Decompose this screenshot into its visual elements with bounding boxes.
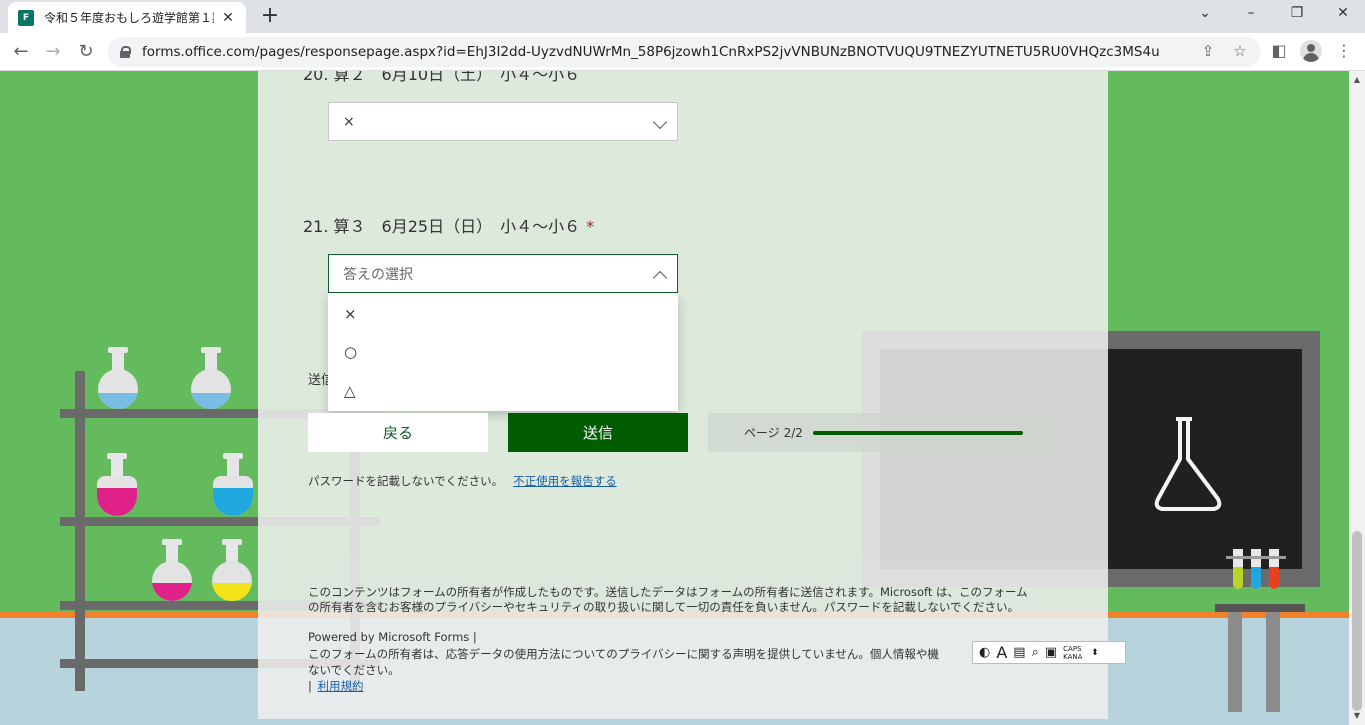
- question-21-select[interactable]: 答えの選択: [328, 254, 678, 293]
- lock-icon: [120, 46, 131, 58]
- ime-font-icon[interactable]: A: [996, 643, 1007, 662]
- back-button[interactable]: 戻る: [308, 413, 488, 452]
- ime-settings-icon[interactable]: ▣: [1045, 645, 1057, 660]
- ime-expand-icon[interactable]: ⬍: [1091, 648, 1099, 658]
- terms-separator: |: [308, 679, 312, 693]
- page-scrollbar[interactable]: ▲ ▼: [1349, 71, 1365, 725]
- back-arrow-icon[interactable]: ←: [10, 41, 32, 63]
- tab-strip: F 令和５年度おもしろ遊学館第１期ｵ ✕ + ⌄ – ❐ ✕: [0, 0, 1365, 33]
- url-text: forms.office.com/pages/responsepage.aspx…: [142, 44, 1160, 60]
- new-tab-button[interactable]: +: [258, 4, 282, 28]
- close-icon[interactable]: ✕: [220, 10, 236, 26]
- forward-arrow-icon[interactable]: →: [42, 41, 64, 63]
- dropdown-option-triangle[interactable]: △: [344, 382, 356, 400]
- submit-button[interactable]: 送信: [508, 413, 688, 452]
- menu-kebab-icon[interactable]: ⋮: [1333, 41, 1355, 60]
- page-progress: ページ 2/2: [708, 413, 1058, 452]
- required-marker: *: [586, 217, 595, 236]
- footer-disclaimer-line2: の所有者を含むお客様のプライバシーやセキュリティの取り扱いに関して一切の責任を負…: [308, 600, 1020, 614]
- report-abuse-link[interactable]: 不正使用を報告する: [513, 474, 617, 488]
- password-warning: パスワードを記載しないでください。 不正使用を報告する: [308, 473, 617, 489]
- side-panel-icon[interactable]: ◧: [1268, 41, 1290, 60]
- share-icon[interactable]: ⇪: [1198, 42, 1218, 60]
- footer-disclaimer-line1: このコンテンツはフォームの所有者が作成したものです。送信したデータはフォームの所…: [308, 585, 1028, 599]
- tab-title: 令和５年度おもしろ遊学館第１期ｵ: [44, 11, 214, 25]
- question-21-title: 21. 算３ 6月25日（日） 小４～小６ *: [303, 213, 594, 237]
- ime-kana: KANA: [1063, 652, 1083, 661]
- ime-tool-icon[interactable]: ⌕: [1032, 645, 1039, 660]
- dropdown-option-circle[interactable]: ○: [344, 343, 357, 361]
- ime-dictionary-icon[interactable]: ▤: [1013, 645, 1025, 660]
- question-21-placeholder: 答えの選択: [343, 266, 413, 283]
- restore-icon[interactable]: ❐: [1285, 5, 1309, 21]
- minimize-icon[interactable]: –: [1239, 5, 1263, 21]
- dropdown-option-cross[interactable]: ×: [344, 305, 357, 323]
- question-21-label: 21. 算３ 6月25日（日） 小４～小６: [303, 217, 581, 236]
- scroll-down-icon[interactable]: ▼: [1349, 711, 1365, 720]
- progress-track: [812, 430, 1023, 435]
- footer-terms: | 利用規約: [308, 678, 364, 694]
- forms-icon: F: [18, 9, 34, 26]
- progress-label: ページ 2/2: [744, 426, 803, 440]
- bookmark-star-icon[interactable]: ☆: [1230, 42, 1250, 60]
- ime-contrast-icon[interactable]: ◐: [979, 645, 990, 660]
- ime-caps: CAPS: [1063, 644, 1082, 653]
- footer-powered-by: Powered by Microsoft Forms |: [308, 630, 477, 644]
- question-20-value: ×: [343, 113, 355, 130]
- question-20-title: 20. 算２ 6月10日（土） 小４～小６: [303, 71, 581, 84]
- browser-toolbar: ← → ↻ forms.office.com/pages/responsepag…: [0, 33, 1365, 71]
- profile-avatar[interactable]: [1300, 40, 1322, 62]
- footer-privacy-line1: このフォームの所有者は、応答データの使用方法についてのプライバシーに関する声明を…: [308, 647, 939, 661]
- reload-icon[interactable]: ↻: [75, 41, 97, 63]
- address-bar[interactable]: forms.office.com/pages/responsepage.aspx…: [108, 37, 1261, 67]
- terms-link[interactable]: 利用規約: [318, 679, 364, 693]
- form-content: 20. 算２ 6月10日（土） 小４～小６ × 21. 算３ 6月25日（日） …: [0, 71, 1349, 725]
- question-21-dropdown: × ○ △: [328, 293, 678, 411]
- chevron-down-icon: [652, 114, 668, 130]
- chevron-up-icon: [652, 270, 668, 286]
- progress-fill: [812, 430, 1023, 435]
- ime-toolbar: ◐ A ▤ ⌕ ▣ CAPS KANA ⬍: [972, 641, 1126, 664]
- password-note: パスワードを記載しないでください。: [308, 474, 504, 488]
- scrollbar-thumb[interactable]: [1352, 531, 1362, 711]
- scroll-up-icon[interactable]: ▲: [1349, 75, 1365, 84]
- question-20-select[interactable]: ×: [328, 102, 678, 141]
- browser-tab[interactable]: F 令和５年度おもしろ遊学館第１期ｵ ✕: [8, 2, 246, 33]
- tab-search-icon[interactable]: ⌄: [1193, 5, 1217, 21]
- footer-privacy-line2: ないでください。: [308, 663, 400, 677]
- ime-mode-indicator: CAPS KANA: [1063, 645, 1085, 661]
- window-close-icon[interactable]: ✕: [1331, 5, 1355, 21]
